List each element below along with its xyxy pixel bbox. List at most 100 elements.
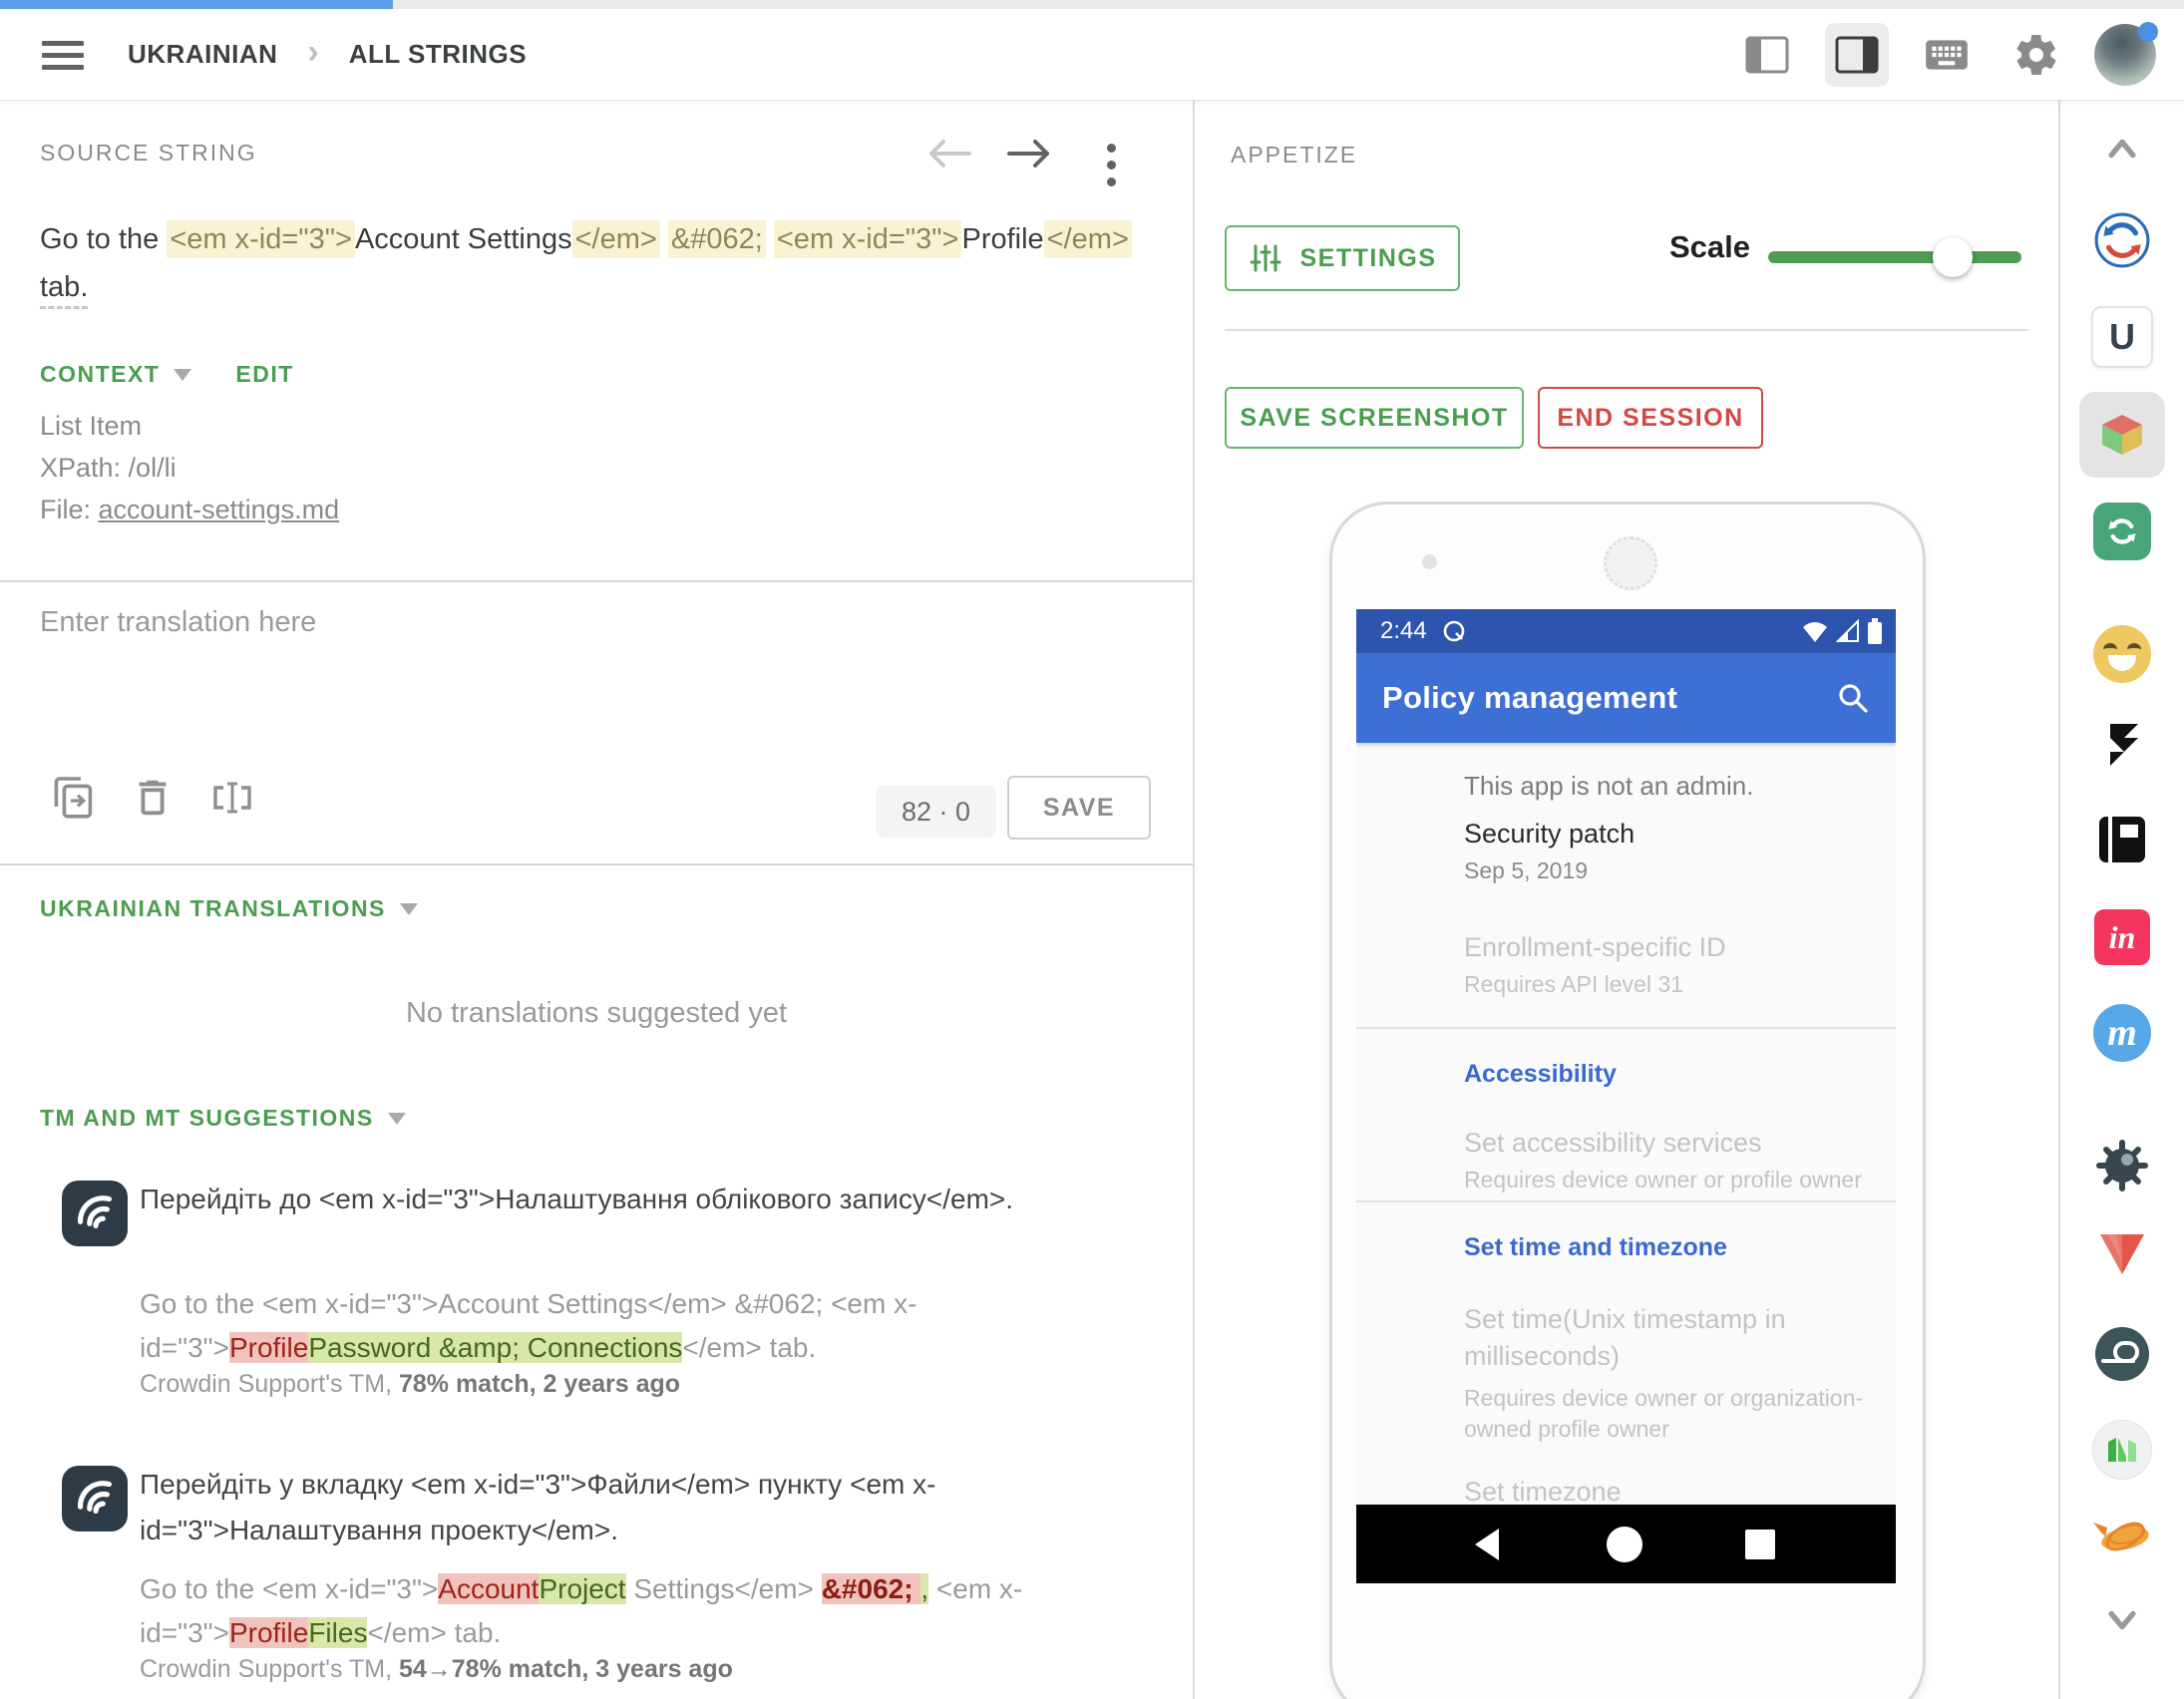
- chevron-down-icon: [174, 369, 191, 381]
- status-bar: 2:44: [1356, 609, 1896, 653]
- chevron-down-icon: [388, 1113, 406, 1125]
- delete-icon[interactable]: [130, 774, 176, 827]
- top-toolbar: [1735, 9, 2156, 100]
- suggestion-meta: Crowdin Support's TM, 78% match, 2 years…: [140, 1370, 680, 1399]
- refresh-green-icon[interactable]: [2093, 503, 2151, 560]
- appetize-label: APPETIZE: [1231, 142, 1357, 169]
- not-admin-message: This app is not an admin.: [1464, 771, 1754, 802]
- medium-icon[interactable]: [2092, 1420, 2152, 1480]
- policy-list: This app is not an admin. Security patch…: [1356, 743, 1896, 1505]
- context-info: List Item XPath: /ol/li File: account-se…: [40, 405, 339, 530]
- previous-string-icon[interactable]: [923, 134, 975, 178]
- appetize-cube-icon[interactable]: [2079, 392, 2165, 478]
- translation-panel: SOURCE STRING Go to the <em x-id="3">Acc…: [0, 100, 1195, 1699]
- list-item-security-patch[interactable]: Security patch Sep 5, 2019: [1464, 819, 1635, 884]
- divider: [1225, 329, 2028, 331]
- panel-right-icon[interactable]: [1825, 23, 1889, 87]
- panel-left-icon[interactable]: [1735, 23, 1799, 87]
- list-item-set-time[interactable]: Set time(Unix timestamp in milliseconds)…: [1464, 1301, 1853, 1445]
- collapse-down-icon[interactable]: [2104, 1607, 2140, 1638]
- android-nav-bar: [1356, 1505, 1896, 1583]
- menu-icon[interactable]: [42, 41, 84, 73]
- book-icon[interactable]: [2095, 815, 2149, 869]
- top-bar: UKRAINIAN › ALL STRINGS: [0, 9, 2184, 101]
- tm-source-icon: [62, 1181, 128, 1246]
- avatar[interactable]: [2094, 24, 2156, 86]
- crowdin-editor: UKRAINIAN › ALL STRINGS SOURCE STRING: [0, 0, 2184, 1699]
- framer-icon[interactable]: [2098, 720, 2146, 783]
- gear-icon[interactable]: [2004, 23, 2068, 87]
- suggestions-section-toggle[interactable]: TM AND MT SUGGESTIONS: [40, 1105, 406, 1132]
- mine-icon[interactable]: [2093, 1137, 2151, 1199]
- marvel-icon[interactable]: m: [2093, 1004, 2151, 1062]
- end-session-button[interactable]: END SESSION: [1538, 387, 1763, 449]
- list-item-enrollment-id[interactable]: Enrollment-specific ID Requires API leve…: [1464, 932, 1726, 998]
- device-emulator: 2:44 Policy management This app is not a…: [1329, 502, 1926, 1699]
- context-xpath: XPath: /ol/li: [40, 447, 339, 489]
- loading-progress-track: [0, 0, 2184, 9]
- copy-source-icon[interactable]: [50, 774, 98, 827]
- context-file: File: account-settings.md: [40, 489, 339, 530]
- sliders-icon: [1248, 241, 1283, 275]
- home-button[interactable]: [1590, 1505, 1659, 1583]
- smiley-icon[interactable]: [2093, 625, 2151, 683]
- suggestion-target-text[interactable]: Перейдіть до <em x-id="3">Налаштування о…: [140, 1177, 1077, 1222]
- divider: [0, 863, 1193, 865]
- list-item-accessibility-services[interactable]: Set accessibility services Requires devi…: [1464, 1128, 1862, 1193]
- zeplin-icon[interactable]: [2091, 1511, 2153, 1567]
- list-item-set-timezone[interactable]: Set timezone: [1464, 1477, 1622, 1505]
- active-tool-highlight: [2079, 392, 2165, 478]
- tags-icon[interactable]: [207, 774, 257, 827]
- save-screenshot-button[interactable]: SAVE SCREENSHOT: [1225, 387, 1524, 449]
- section-header-time: Set time and timezone: [1464, 1233, 1727, 1262]
- divider: [1356, 1200, 1896, 1202]
- back-button[interactable]: [1452, 1505, 1522, 1583]
- no-translations-message: No translations suggested yet: [0, 997, 1193, 1030]
- next-string-icon[interactable]: [1003, 134, 1055, 178]
- android-q-icon: [1441, 618, 1467, 644]
- scale-slider[interactable]: [1768, 251, 2021, 263]
- tm-source-icon: [62, 1466, 128, 1531]
- context-type: List Item: [40, 405, 339, 447]
- letter-u-icon[interactable]: U: [2091, 306, 2153, 368]
- breadcrumb-section[interactable]: ALL STRINGS: [349, 39, 527, 70]
- suggestion-meta: Crowdin Support's TM, 54→78% match, 3 ye…: [140, 1655, 733, 1684]
- keyboard-icon[interactable]: [1915, 23, 1979, 87]
- file-link[interactable]: account-settings.md: [99, 495, 340, 524]
- p-circle-icon[interactable]: [2093, 1325, 2151, 1388]
- speaker-grill: [1604, 536, 1657, 590]
- save-button[interactable]: SAVE: [1007, 776, 1151, 840]
- appetize-settings-button[interactable]: SETTINGS: [1225, 225, 1460, 291]
- translation-input[interactable]: [28, 594, 1169, 768]
- search-icon[interactable]: [1836, 681, 1870, 715]
- context-edit-button[interactable]: EDIT: [235, 361, 293, 388]
- app-title: Policy management: [1382, 680, 1677, 716]
- divider: [0, 580, 1193, 582]
- suggestion-source-text: Go to the <em x-id="3">AccountProject Se…: [140, 1567, 1147, 1655]
- source-string-label: SOURCE STRING: [40, 140, 257, 167]
- wifi-icon: [1802, 619, 1828, 643]
- translations-section-toggle[interactable]: UKRAINIAN TRANSLATIONS: [40, 895, 418, 922]
- integrations-rail: U in m: [2060, 100, 2184, 1699]
- progress-fill: [0, 0, 393, 9]
- more-options-icon[interactable]: [1103, 140, 1120, 190]
- scale-label: Scale: [1669, 229, 1750, 265]
- context-toggle[interactable]: CONTEXT: [40, 361, 191, 388]
- suggestion-target-text[interactable]: Перейдіть у вкладку <em x-id="3">Файли</…: [140, 1462, 1077, 1553]
- app-bar: Policy management: [1356, 653, 1896, 743]
- source-string-text: Go to the <em x-id="3">Account Settings<…: [40, 215, 1152, 311]
- list-item: This app is not an admin.: [1464, 771, 1754, 802]
- breadcrumb: UKRAINIAN › ALL STRINGS: [128, 37, 527, 72]
- invision-icon[interactable]: in: [2094, 909, 2150, 965]
- breadcrumb-language[interactable]: UKRAINIAN: [128, 39, 277, 70]
- device-screen[interactable]: 2:44 Policy management This app is not a…: [1356, 609, 1896, 1583]
- sync-icon[interactable]: [2093, 211, 2151, 274]
- section-header-accessibility: Accessibility: [1464, 1060, 1617, 1089]
- camera-dot: [1422, 554, 1437, 569]
- red-triangle-icon[interactable]: [2094, 1228, 2150, 1285]
- recents-button[interactable]: [1725, 1505, 1795, 1583]
- signal-icon: [1836, 619, 1860, 643]
- scale-slider-thumb[interactable]: [1933, 237, 1973, 277]
- collapse-up-icon[interactable]: [2104, 136, 2140, 167]
- battery-icon: [1868, 618, 1882, 644]
